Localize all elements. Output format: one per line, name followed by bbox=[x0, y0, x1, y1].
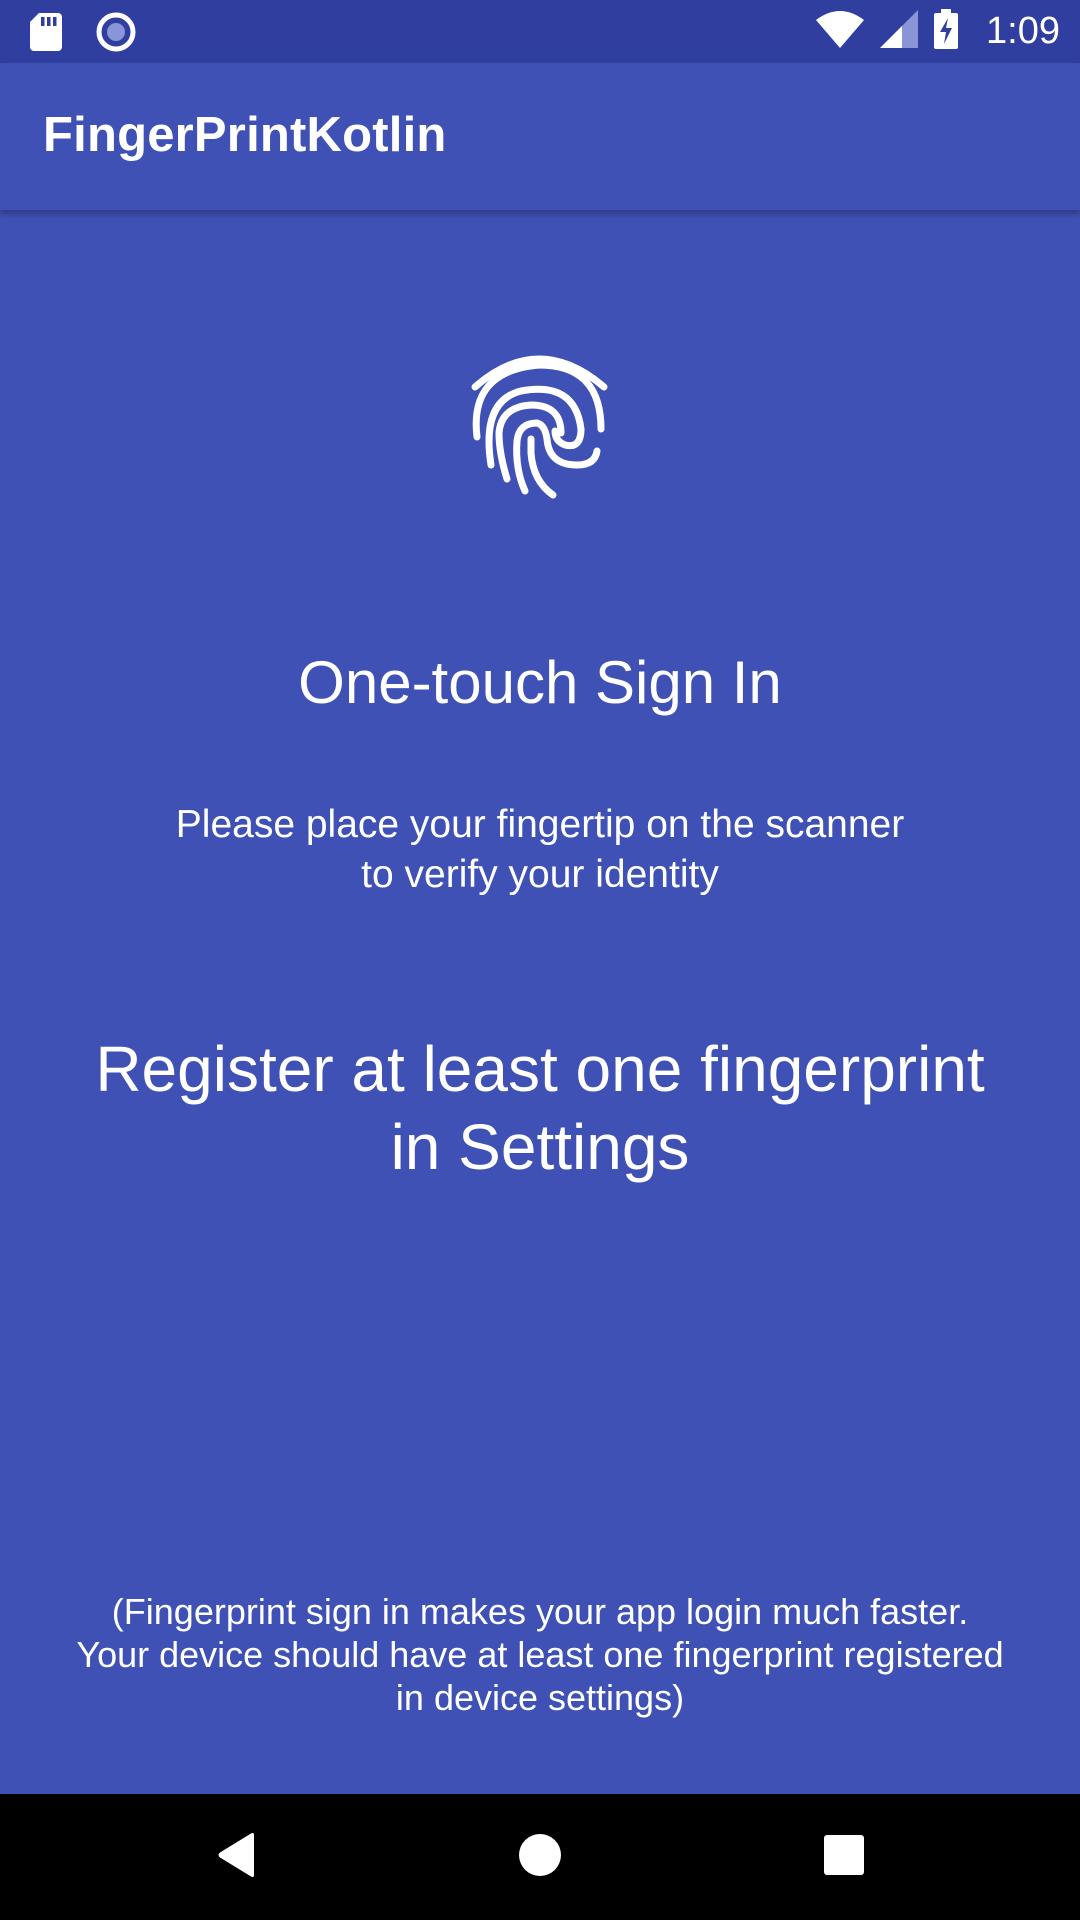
instruction-line-1: Please place your fingertip on the scann… bbox=[175, 803, 905, 846]
footer-note: (Fingerprint sign in makes your app logi… bbox=[40, 1590, 1040, 1719]
warning-line-2: in Settings bbox=[390, 1111, 690, 1183]
back-icon bbox=[216, 1832, 256, 1883]
note-line-1: (Fingerprint sign in makes your app logi… bbox=[111, 1591, 969, 1632]
record-icon bbox=[96, 12, 136, 57]
cellular-signal-icon bbox=[880, 10, 919, 53]
note-line-2: Your device should have at least one fin… bbox=[76, 1634, 1004, 1675]
app-bar: FingerPrintKotlin bbox=[0, 63, 1080, 210]
home-icon bbox=[518, 1833, 562, 1882]
app-title: FingerPrintKotlin bbox=[43, 108, 447, 162]
warning-line-1: Register at least one fingerprint bbox=[95, 1033, 985, 1105]
recents-button[interactable] bbox=[784, 1794, 904, 1920]
battery-charging-icon bbox=[934, 9, 959, 54]
navigation-bar bbox=[0, 1794, 1080, 1920]
recents-icon bbox=[824, 1834, 864, 1880]
note-line-3: in device settings) bbox=[395, 1677, 685, 1718]
instruction-text: Please place your fingertip on the scann… bbox=[90, 800, 990, 900]
status-bar: 1:09 bbox=[0, 0, 1080, 63]
wifi-icon bbox=[816, 10, 865, 53]
fingerprint-icon bbox=[469, 341, 610, 499]
instruction-line-2: to verify your identity bbox=[361, 853, 719, 896]
home-button[interactable] bbox=[480, 1794, 600, 1920]
back-button[interactable] bbox=[176, 1794, 296, 1920]
headline: One-touch Sign In bbox=[298, 649, 782, 716]
sd-card-icon bbox=[30, 13, 62, 56]
status-clock: 1:09 bbox=[986, 10, 1060, 52]
status-left-icons bbox=[30, 12, 136, 57]
fingerprint-warning: Register at least one fingerprint in Set… bbox=[40, 1030, 1040, 1186]
status-right-icons: 1:09 bbox=[816, 0, 1060, 63]
